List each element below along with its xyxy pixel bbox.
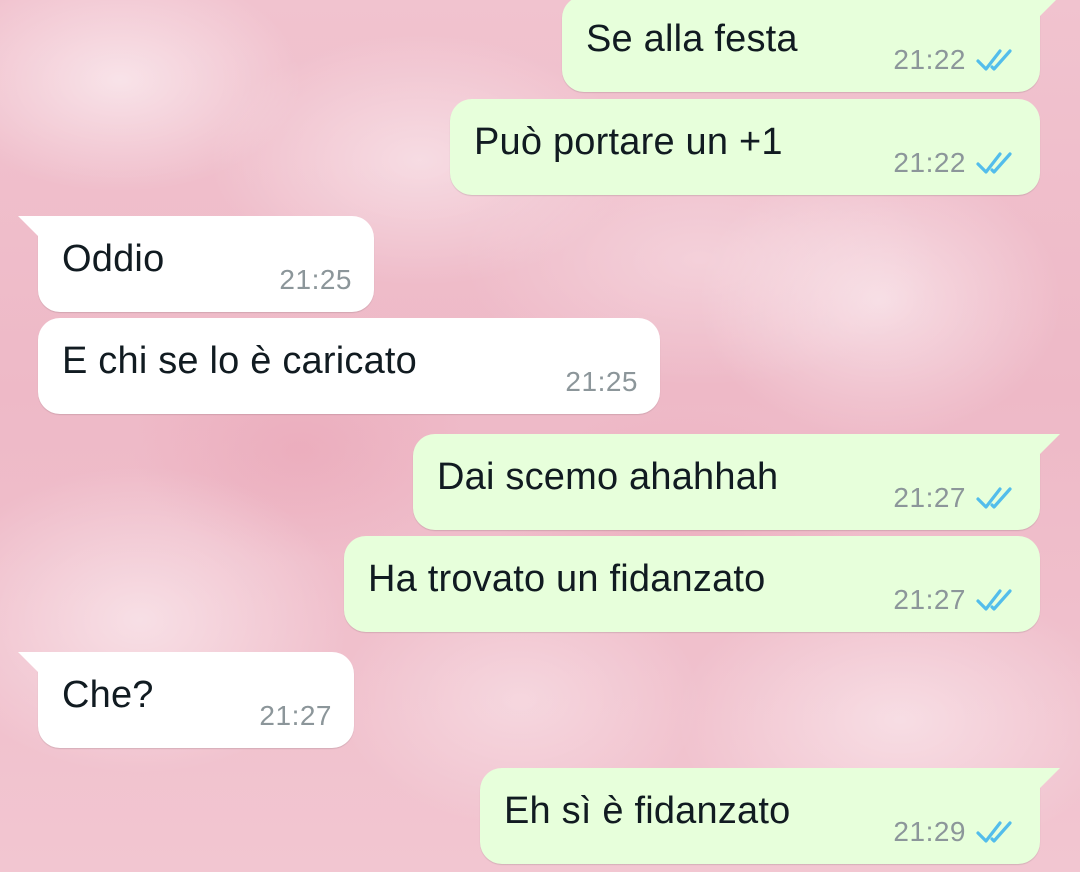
bubble-tail — [18, 652, 44, 672]
message-bubble-incoming[interactable]: E chi se lo è caricato 21:25 — [38, 318, 660, 414]
message-time: 21:22 — [893, 44, 966, 75]
message-meta: 21:29 — [893, 816, 1018, 848]
message-meta: 21:27 — [259, 700, 332, 732]
message-meta: 21:27 — [893, 584, 1018, 616]
message-text: Dai scemo ahahhah — [437, 456, 779, 498]
message-time: 21:27 — [893, 482, 966, 513]
message-text: Che? — [62, 674, 154, 716]
bubble-tail — [1034, 768, 1060, 788]
message-meta: 21:25 — [565, 366, 638, 398]
bubble-tail — [1034, 434, 1060, 454]
double-check-icon — [976, 49, 1012, 71]
message-text: Eh sì è fidanzato — [504, 790, 791, 832]
message-time: 21:25 — [565, 366, 638, 397]
double-check-icon — [976, 589, 1012, 611]
message-text: Se alla festa — [586, 18, 798, 60]
message-bubble-outgoing[interactable]: Può portare un +1 21:22 — [450, 99, 1040, 195]
message-bubble-outgoing[interactable]: Eh sì è fidanzato 21:29 — [480, 768, 1060, 864]
double-check-icon — [976, 152, 1012, 174]
message-meta: 21:25 — [279, 264, 352, 296]
bubble-tail — [1035, 0, 1056, 16]
message-time: 21:27 — [259, 700, 332, 731]
message-time: 21:29 — [893, 816, 966, 847]
double-check-icon — [976, 821, 1012, 843]
message-meta: 21:27 — [893, 482, 1018, 514]
message-time: 21:25 — [279, 264, 352, 295]
message-bubble-incoming[interactable]: Oddio 21:25 — [18, 216, 374, 312]
message-bubble-incoming[interactable]: Che? 21:27 — [18, 652, 354, 748]
message-text: Ha trovato un fidanzato — [368, 558, 766, 600]
message-text: Può portare un +1 — [474, 121, 783, 163]
bubble-tail — [18, 216, 44, 236]
double-check-icon — [976, 487, 1012, 509]
message-meta: 21:22 — [893, 147, 1018, 179]
message-bubble-outgoing[interactable]: Ha trovato un fidanzato 21:27 — [344, 536, 1040, 632]
message-meta: 21:22 — [893, 44, 1018, 76]
message-time: 21:22 — [893, 147, 966, 178]
message-bubble-outgoing[interactable]: Se alla festa 21:22 — [562, 0, 1056, 92]
message-text: Oddio — [62, 238, 165, 280]
message-bubble-outgoing[interactable]: Dai scemo ahahhah 21:27 — [413, 434, 1060, 530]
message-text: E chi se lo è caricato — [62, 340, 418, 382]
message-time: 21:27 — [893, 584, 966, 615]
